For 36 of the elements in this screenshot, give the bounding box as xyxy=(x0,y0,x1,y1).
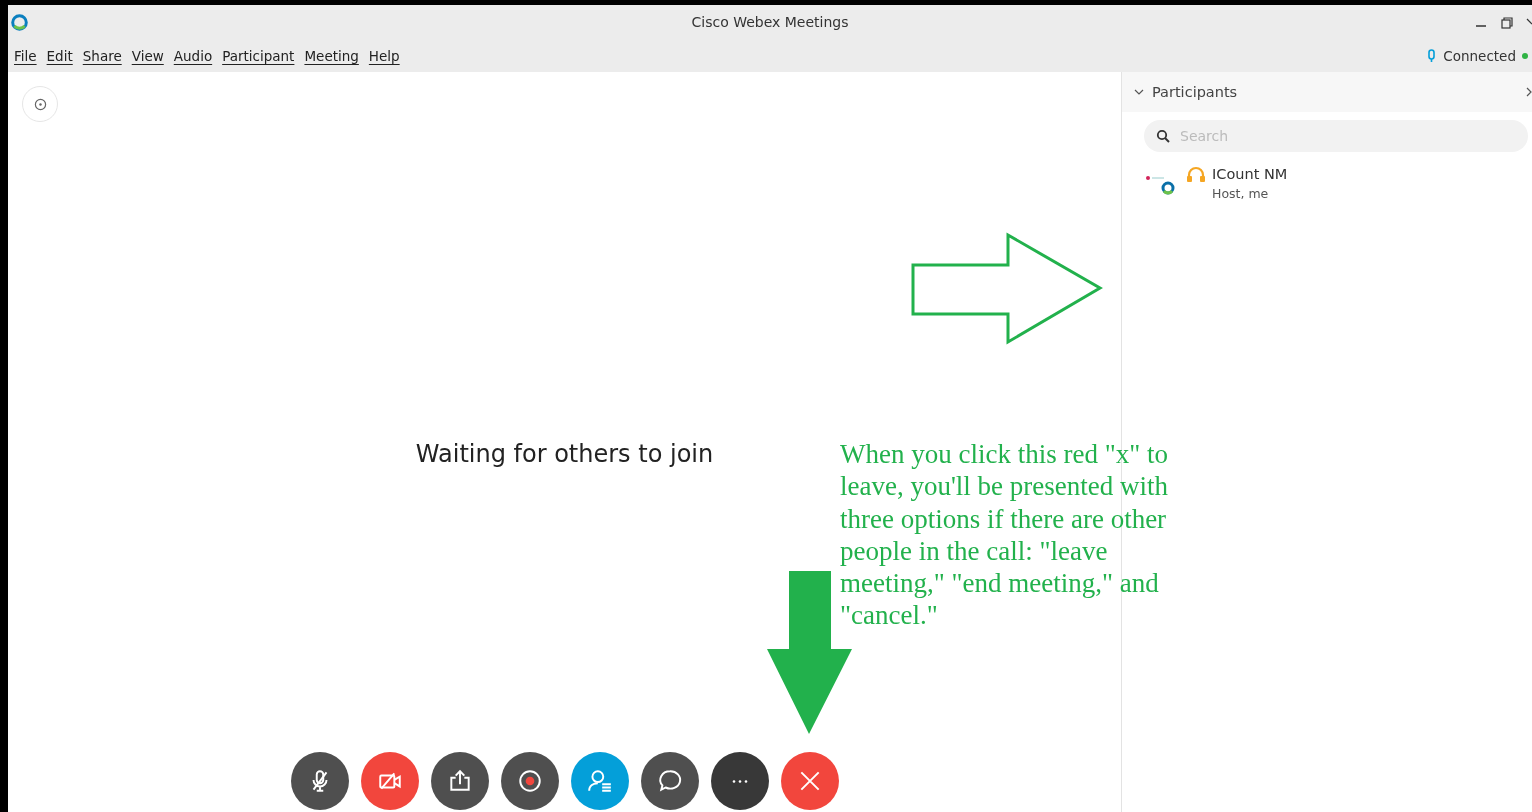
connection-status: Connected xyxy=(1443,48,1516,64)
restore-icon[interactable] xyxy=(1500,15,1514,30)
annotation-text: When you click this red "x" to leave, you'll be presented with three options if there are other people in the call: "leave meeting," "end meeting," and "cancel." xyxy=(840,438,1169,632)
more-icon xyxy=(731,779,748,783)
menu-item[interactable]: File xyxy=(14,48,37,64)
menu-item[interactable]: Participant xyxy=(222,48,295,64)
info-icon xyxy=(33,97,47,111)
panel-title: Participants xyxy=(1152,84,1238,100)
window-title: Cisco Webex Meetings xyxy=(691,14,849,30)
person-list-icon xyxy=(586,768,613,794)
menu-item[interactable]: Meeting xyxy=(304,48,359,64)
more-button[interactable] xyxy=(710,752,769,810)
menu-item[interactable]: Audio xyxy=(173,48,213,64)
info-button[interactable] xyxy=(22,86,58,122)
waiting-message: Waiting for others to join xyxy=(415,439,714,468)
chevron-right-icon[interactable] xyxy=(1526,87,1532,97)
menu-item[interactable]: View xyxy=(131,48,164,64)
participants-button[interactable] xyxy=(570,752,629,810)
app-logo-icon xyxy=(11,14,28,31)
menu-item[interactable]: Share xyxy=(82,48,122,64)
search-icon xyxy=(1156,129,1170,143)
chat-button[interactable] xyxy=(640,752,699,810)
participant-role: Host, me xyxy=(1212,186,1270,201)
share-button[interactable] xyxy=(430,752,489,810)
menu-item[interactable]: Edit xyxy=(46,48,73,64)
mute-button[interactable] xyxy=(290,752,349,810)
leave-button[interactable] xyxy=(780,752,839,810)
chevron-down-icon[interactable] xyxy=(1134,87,1144,97)
headset-icon xyxy=(1186,166,1206,184)
chat-bubble-icon xyxy=(656,768,683,794)
participant-name: ICount NM xyxy=(1212,166,1288,182)
record-button[interactable] xyxy=(500,752,559,810)
record-icon xyxy=(516,768,543,794)
menu-item[interactable]: Help xyxy=(368,48,400,64)
video-button[interactable] xyxy=(360,752,419,810)
microphone-icon xyxy=(1427,49,1438,63)
